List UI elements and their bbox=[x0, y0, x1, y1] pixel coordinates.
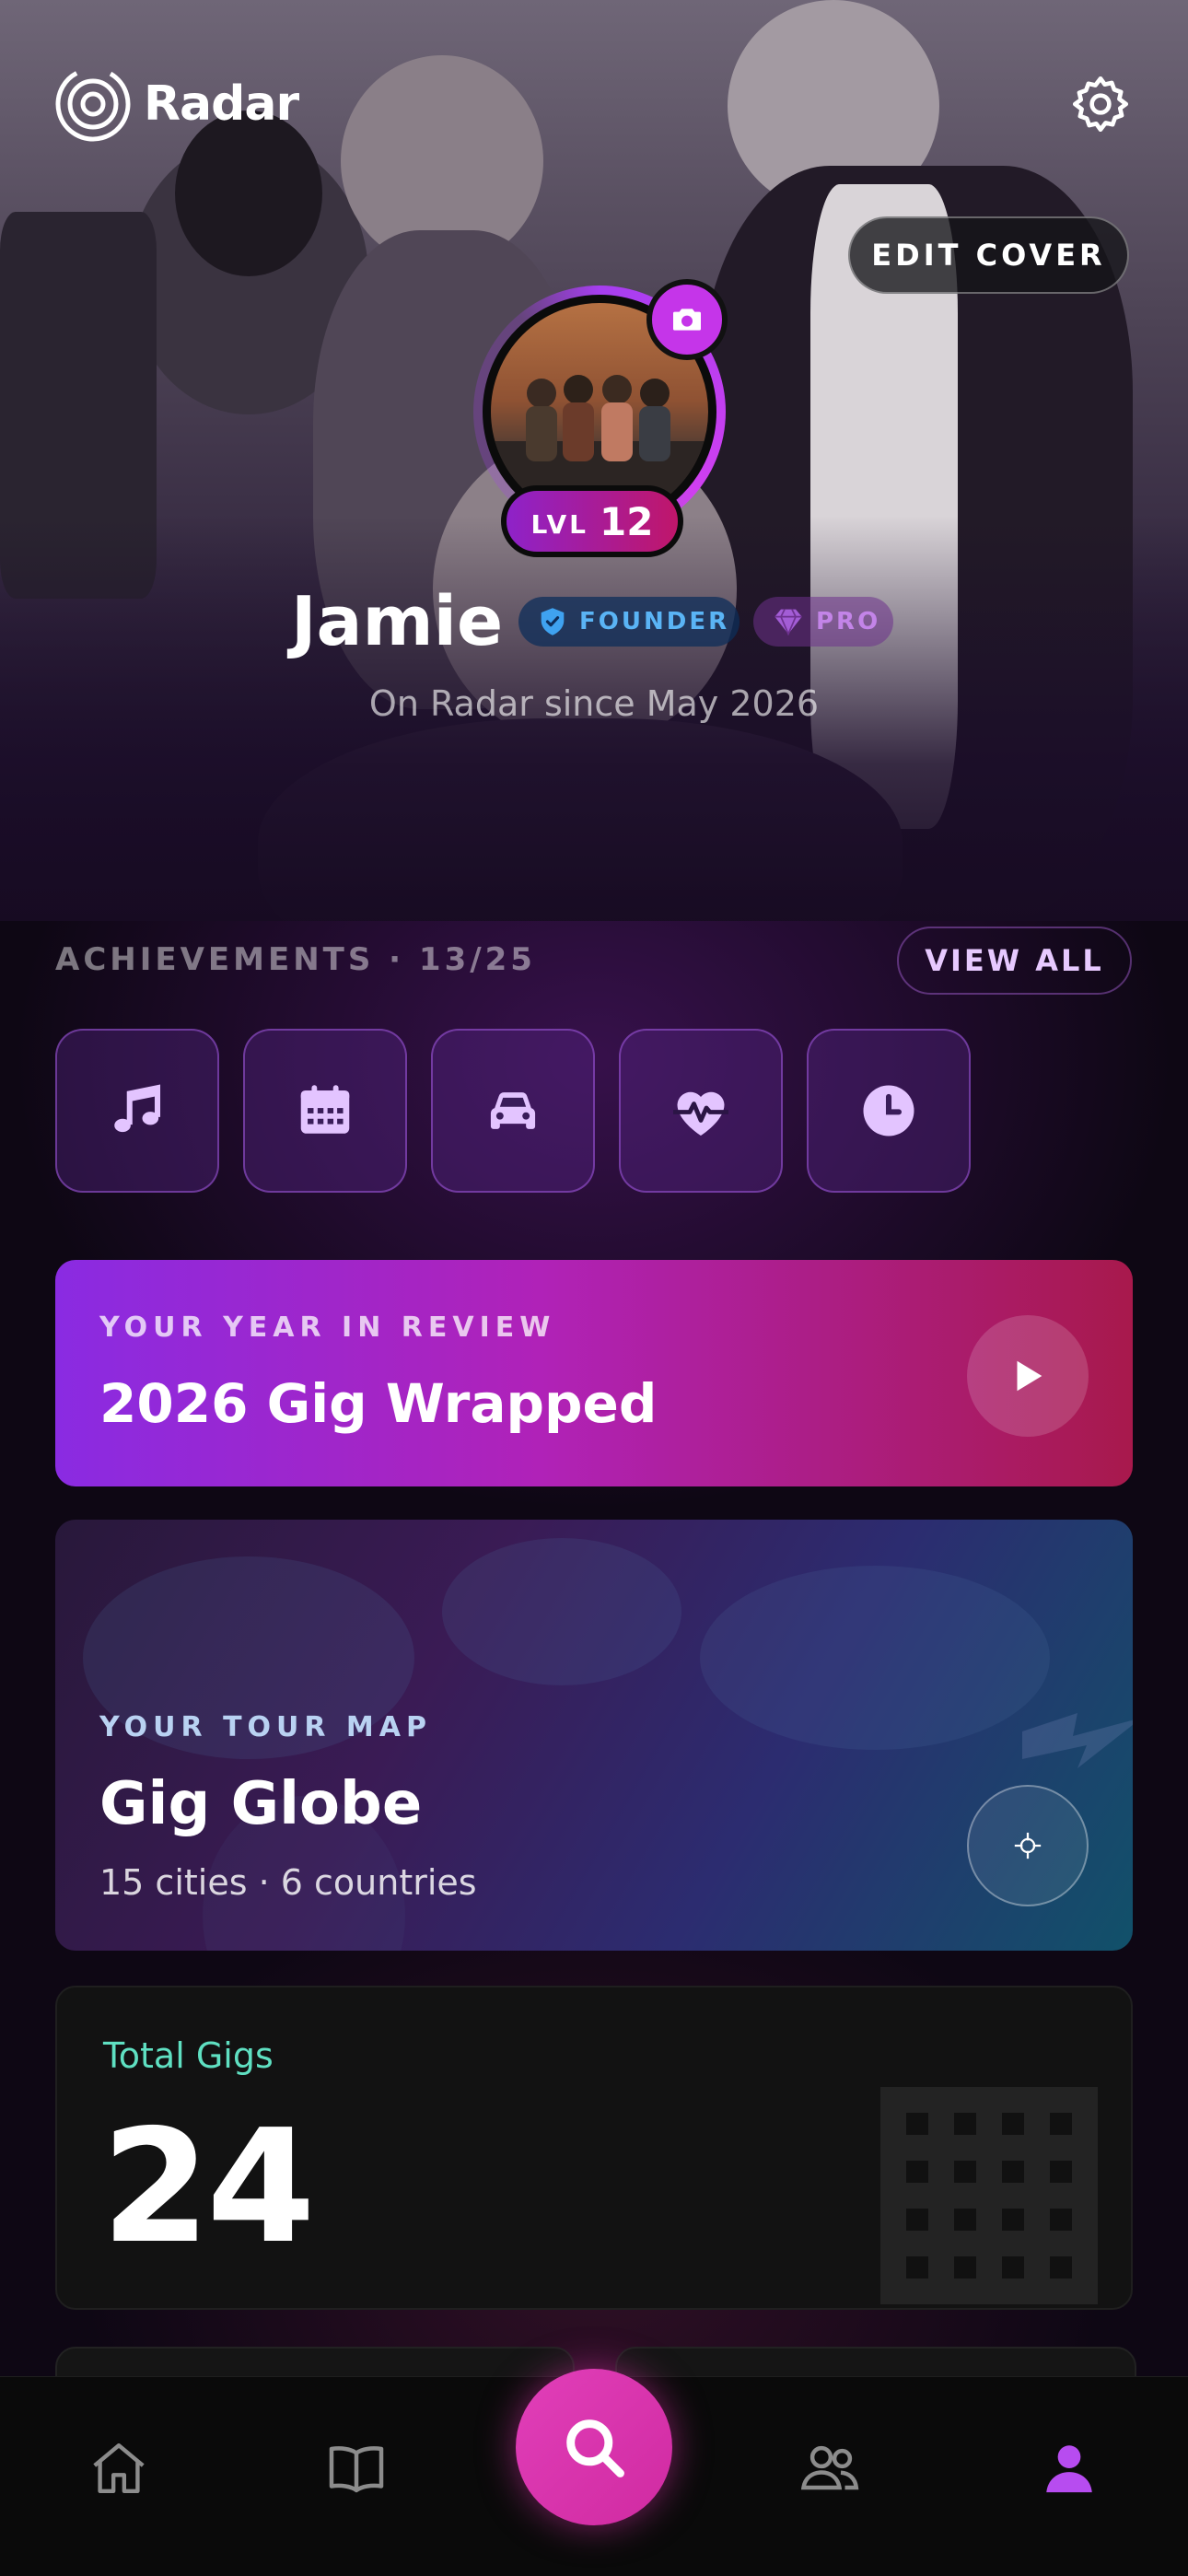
profile-name: Jamie bbox=[291, 582, 504, 661]
gig-globe-card[interactable]: YOUR TOUR MAP Gig Globe 15 cities · 6 co… bbox=[55, 1520, 1133, 1951]
app-name: Radar bbox=[144, 76, 299, 132]
total-gigs-card[interactable]: Total Gigs 24 bbox=[55, 1986, 1133, 2310]
achievement-car[interactable] bbox=[431, 1029, 595, 1193]
level-value: 12 bbox=[600, 498, 654, 544]
globe-subtitle: 15 cities · 6 countries bbox=[99, 1862, 477, 1903]
lightning-decoration bbox=[1022, 1713, 1133, 1768]
achievement-music[interactable] bbox=[55, 1029, 219, 1193]
founder-badge: FOUNDER bbox=[518, 597, 740, 647]
pro-badge-label: PRO bbox=[816, 608, 881, 635]
search-button[interactable] bbox=[516, 2369, 672, 2525]
car-icon bbox=[490, 1092, 536, 1129]
achievements-title: ACHIEVEMENTS · 13/25 bbox=[55, 941, 536, 978]
book-icon bbox=[329, 2446, 384, 2493]
achievement-health[interactable] bbox=[619, 1029, 783, 1193]
profile-icon bbox=[1046, 2445, 1092, 2493]
radar-logo-icon bbox=[55, 66, 131, 142]
level-label: LVL bbox=[530, 508, 589, 540]
open-globe-button[interactable] bbox=[967, 1785, 1089, 1906]
globe-kicker: YOUR TOUR MAP bbox=[99, 1711, 432, 1743]
view-all-achievements-button[interactable]: VIEW ALL bbox=[897, 927, 1132, 995]
diamond-icon bbox=[775, 609, 802, 635]
settings-button[interactable] bbox=[1068, 72, 1133, 136]
calendar-grid-decoration bbox=[880, 2087, 1098, 2304]
nav-home[interactable] bbox=[77, 2427, 160, 2510]
total-gigs-value: 24 bbox=[101, 2096, 316, 2279]
achievement-time[interactable] bbox=[807, 1029, 971, 1193]
play-icon bbox=[1017, 1360, 1042, 1392]
gig-wrapped-card[interactable]: YOUR YEAR IN REVIEW 2026 Gig Wrapped bbox=[55, 1260, 1133, 1486]
calendar-icon bbox=[300, 1085, 350, 1134]
total-gigs-label: Total Gigs bbox=[103, 2035, 274, 2076]
shield-check-icon bbox=[541, 608, 565, 635]
nav-library[interactable] bbox=[315, 2427, 398, 2510]
search-icon bbox=[566, 2419, 624, 2477]
wrapped-kicker: YOUR YEAR IN REVIEW bbox=[99, 1311, 556, 1344]
member-since: On Radar since May 2026 bbox=[368, 683, 820, 724]
achievement-calendar[interactable] bbox=[243, 1029, 407, 1193]
app-logo[interactable]: Radar bbox=[53, 64, 299, 144]
home-icon bbox=[93, 2443, 145, 2493]
nav-friends[interactable] bbox=[788, 2427, 871, 2510]
edit-cover-button[interactable]: EDIT COVER bbox=[848, 216, 1129, 294]
clock-icon bbox=[863, 1085, 914, 1136]
pro-badge: PRO bbox=[753, 597, 893, 647]
level-badge: LVL 12 bbox=[501, 485, 683, 557]
friends-icon bbox=[800, 2445, 859, 2490]
music-note-icon bbox=[114, 1084, 161, 1133]
globe-title: Gig Globe bbox=[99, 1770, 423, 1838]
gear-icon bbox=[1072, 76, 1129, 133]
play-wrapped-button[interactable] bbox=[967, 1315, 1089, 1437]
change-avatar-button[interactable] bbox=[646, 279, 728, 360]
nav-profile[interactable] bbox=[1028, 2427, 1111, 2510]
heart-pulse-icon bbox=[673, 1091, 728, 1136]
founder-badge-label: FOUNDER bbox=[579, 608, 730, 635]
crosshair-icon bbox=[1014, 1832, 1042, 1859]
wrapped-title: 2026 Gig Wrapped bbox=[99, 1372, 658, 1435]
camera-icon bbox=[673, 309, 701, 331]
